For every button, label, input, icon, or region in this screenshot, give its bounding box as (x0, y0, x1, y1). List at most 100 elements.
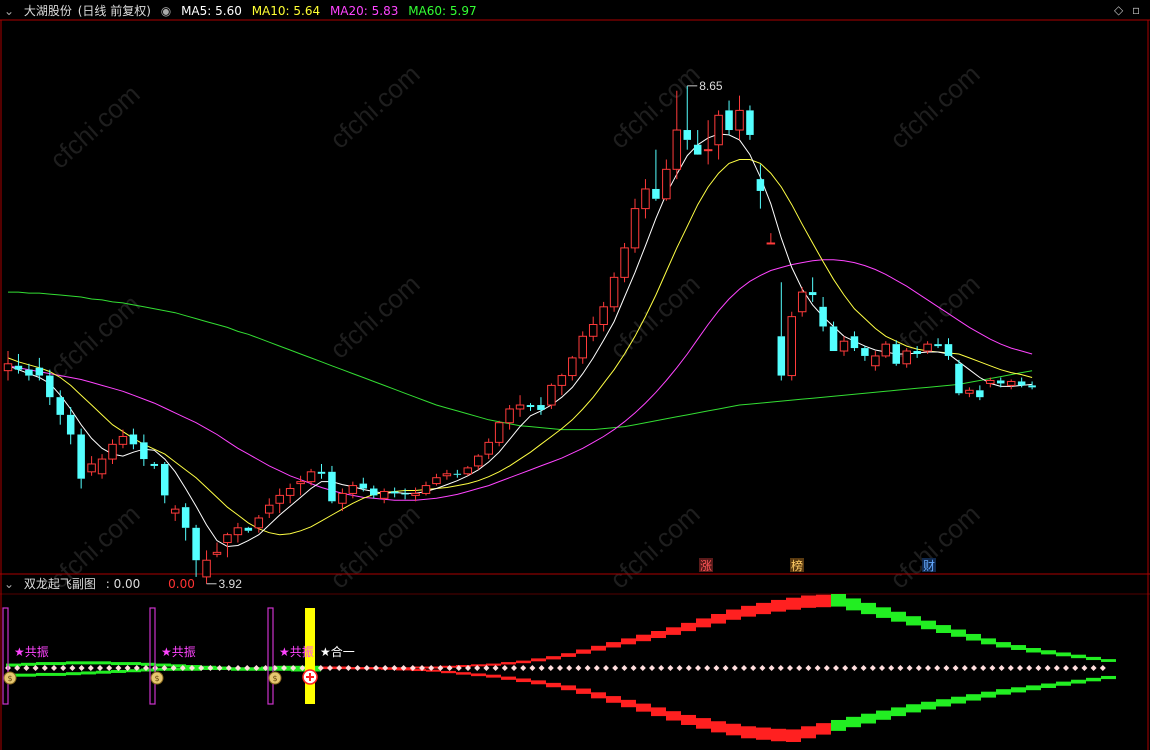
collapse-icon[interactable]: ⌄ (4, 4, 14, 18)
signal-label: ★共振 (14, 645, 49, 659)
candle-body (212, 551, 222, 555)
upper-band (1026, 648, 1041, 653)
candle-body (630, 208, 640, 249)
upper-band (51, 662, 66, 666)
upper-band (681, 622, 696, 632)
candle-body (1017, 381, 1026, 386)
period-label: (日线 前复权) (77, 4, 151, 18)
candle-body (317, 471, 326, 474)
event-marker-label: 财 (923, 559, 935, 573)
candle-body (703, 149, 713, 152)
stock-name: 大湖股份 (23, 4, 72, 18)
diamond-icon[interactable]: ◇ (1114, 3, 1123, 17)
candle-body (306, 471, 316, 483)
sub-collapse-icon[interactable]: ⌄ (4, 577, 14, 591)
candle-body (453, 473, 462, 475)
candle-body (746, 110, 754, 135)
event-marker[interactable]: 涨 (699, 558, 713, 573)
candle (787, 311, 796, 381)
candle-body (923, 343, 932, 352)
stock-chart: cfchi.com cfchi.com cfchi.com cfchi.comcfch… (0, 0, 1150, 750)
lower-band (486, 674, 501, 678)
candle-body (965, 389, 974, 394)
upper-band (906, 616, 921, 626)
lower-band (816, 723, 831, 735)
lower-band (531, 680, 546, 685)
upper-band (801, 595, 816, 608)
upper-band (966, 633, 981, 641)
window-icon[interactable]: ▫ (1132, 3, 1140, 17)
lower-band (441, 670, 456, 674)
upper-band (876, 607, 891, 618)
candle-body (14, 365, 23, 370)
lower-band (936, 699, 951, 707)
lower-band (471, 673, 486, 677)
upper-band (996, 642, 1011, 648)
upper-band (1011, 645, 1026, 650)
candle-body (170, 508, 180, 514)
candle (620, 242, 629, 283)
candle-body (672, 129, 682, 170)
candle-body (108, 443, 117, 460)
candle-body (223, 534, 232, 544)
event-marker[interactable]: 财 (922, 558, 936, 573)
indicator-name: 双龙起飞副图 (23, 577, 96, 591)
upper-band (816, 594, 831, 608)
candle-body (766, 242, 776, 245)
candle-body (87, 463, 96, 473)
ma20-label: MA20: (329, 4, 368, 18)
coin-icon: $ (150, 671, 164, 685)
event-marker-label: 榜 (791, 558, 803, 573)
upper-band (471, 664, 486, 667)
candle (547, 383, 556, 409)
lower-band (81, 671, 96, 675)
event-marker[interactable]: 榜 (790, 558, 804, 573)
candle-body (348, 485, 358, 494)
candle-body (432, 477, 441, 485)
candle-body (474, 455, 483, 467)
upper-band (96, 661, 111, 665)
upper-band (636, 634, 651, 642)
candle-body (515, 404, 525, 410)
candle-body (3, 363, 13, 372)
candle-body (494, 422, 504, 443)
candle-body (390, 491, 399, 494)
ma20-readout: MA20: 5.83 (330, 4, 398, 18)
upper-band (846, 598, 861, 611)
upper-band (981, 638, 996, 645)
lower-band (756, 727, 771, 740)
upper-band (936, 625, 951, 633)
lower-band (96, 670, 111, 674)
candle-body (25, 369, 33, 376)
candle-body (777, 336, 786, 376)
lower-band (891, 707, 906, 717)
ma60-readout: MA60: 5.97 (408, 4, 476, 18)
lower-band (996, 689, 1011, 695)
lower-band (51, 672, 66, 676)
lower-band (1041, 683, 1056, 688)
candle-body (537, 405, 545, 410)
candle-body (1006, 380, 1016, 386)
lower-band (1011, 687, 1026, 693)
upper-band (1071, 654, 1086, 659)
lower-band (981, 691, 996, 698)
lower-band (636, 703, 651, 712)
candle-body (547, 384, 556, 406)
candle-body (77, 434, 85, 479)
settings-icon[interactable]: ◉ (161, 4, 171, 18)
coin-symbol: $ (7, 674, 12, 683)
coin-symbol: $ (154, 674, 159, 683)
upper-band (666, 627, 681, 635)
lower-band (726, 723, 741, 736)
ma10-readout: MA10: 5.64 (252, 4, 320, 18)
candle-body (379, 490, 389, 499)
candle-body (829, 326, 838, 352)
upper-band (756, 602, 771, 615)
candle-body (328, 471, 336, 502)
lower-band (1071, 679, 1086, 684)
lower-band (681, 714, 696, 725)
candle-body (902, 350, 911, 365)
ma10-value: 5.64 (293, 4, 321, 18)
candle-body (944, 344, 953, 356)
candle-body (955, 363, 963, 394)
